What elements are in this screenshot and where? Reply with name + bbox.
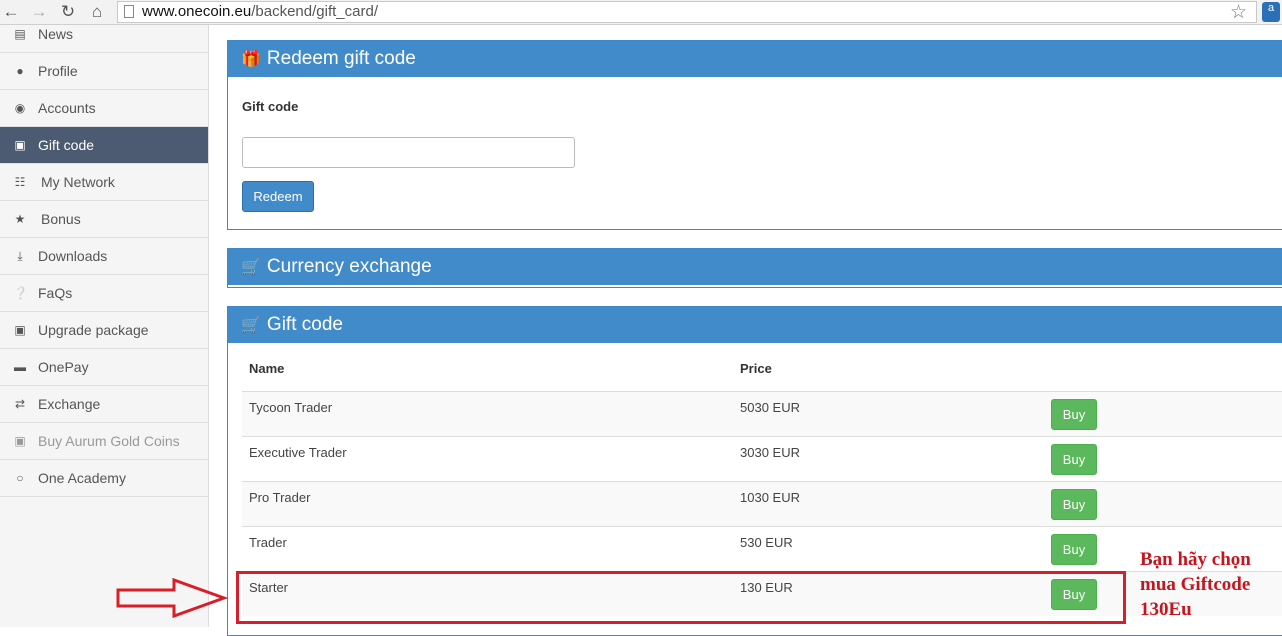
- cart-icon: 🛒: [241, 317, 261, 334]
- sidebar-item-one-academy[interactable]: ○ One Academy: [0, 460, 208, 497]
- row-name: Tycoon Trader: [249, 400, 333, 415]
- sidebar-item-upgrade-package[interactable]: ▣ Upgrade package: [0, 312, 208, 349]
- circle-icon: ○: [16, 471, 24, 485]
- sidebar-item-label: Profile: [38, 63, 78, 79]
- card-icon: ▬: [14, 360, 26, 374]
- sidebar-item-onepay[interactable]: ▬ OnePay: [0, 349, 208, 386]
- sidebar-item-label: One Academy: [38, 470, 126, 486]
- highlight-box: [236, 571, 1126, 624]
- sidebar-item-profile[interactable]: ● Profile: [0, 53, 208, 90]
- arrow-right-icon: [116, 578, 228, 618]
- newspaper-icon: ▤: [14, 27, 26, 41]
- bookmark-star-icon[interactable]: ☆: [1230, 1, 1247, 24]
- extension-icon[interactable]: a: [1262, 2, 1280, 22]
- network-icon: ☷: [14, 175, 26, 189]
- sidebar-item-label: News: [38, 26, 74, 42]
- sidebar-item-label: Buy Aurum Gold Coins: [38, 433, 180, 449]
- cart-icon: ▣: [14, 434, 26, 448]
- sidebar-item-news[interactable]: ▤ News: [0, 16, 208, 53]
- sidebar-item-label: Upgrade package: [38, 322, 149, 338]
- download-icon: ⤓: [17, 248, 23, 263]
- table-row: Pro Trader 1030 EUR Buy: [242, 481, 1282, 526]
- sidebar-item-exchange[interactable]: ⇄ Exchange: [0, 386, 208, 423]
- sidebar-item-label: Exchange: [38, 396, 101, 412]
- cart-icon: 🛒: [241, 259, 261, 276]
- buy-button[interactable]: Buy: [1051, 534, 1097, 565]
- annotation-line: Bạn hãy chọn: [1140, 549, 1251, 570]
- gift-code-input[interactable]: [242, 137, 575, 168]
- redeem-panel-header: 🎁 Redeem gift code: [228, 41, 1282, 77]
- sidebar-item-my-network[interactable]: ☷ My Network: [0, 164, 208, 201]
- buy-button[interactable]: Buy: [1051, 399, 1097, 430]
- table-row: Executive Trader 3030 EUR Buy: [242, 436, 1282, 481]
- url-path: /backend/gift_card/: [251, 3, 378, 20]
- cart-icon: ▣: [14, 323, 26, 337]
- address-bar[interactable]: www.onecoin.eu/backend/gift_card/: [117, 1, 1257, 23]
- annotation-line: 130Eu: [1140, 599, 1192, 620]
- redeem-panel: 🎁 Redeem gift code Gift code Redeem: [227, 40, 1282, 230]
- exchange-panel[interactable]: 🛒 Currency exchange: [227, 248, 1282, 288]
- exchange-panel-title: Currency exchange: [266, 256, 432, 277]
- star-icon: ★: [14, 212, 26, 226]
- redeem-panel-title: Redeem gift code: [266, 48, 416, 69]
- sidebar-item-faqs[interactable]: ❔ FaQs: [0, 275, 208, 312]
- column-header-name: Name: [249, 361, 285, 376]
- buy-button[interactable]: Buy: [1051, 489, 1097, 520]
- sidebar-item-label: Bonus: [41, 211, 81, 227]
- annotation-line: mua Giftcode: [1140, 574, 1251, 595]
- sidebar-item-downloads[interactable]: ⤓ Downloads: [0, 238, 208, 275]
- sidebar: ▤ News ● Profile ◉ Accounts ▣ Gift code …: [0, 25, 209, 627]
- dashboard-icon: ◉: [14, 101, 26, 115]
- sidebar-item-label: OnePay: [38, 359, 89, 375]
- sidebar-item-label: Gift code: [38, 137, 95, 153]
- row-price: 530 EUR: [740, 535, 793, 550]
- exchange-icon: ⇄: [14, 397, 26, 411]
- cart-icon: ▣: [14, 138, 26, 152]
- giftcode-panel-header: 🛒 Gift code: [228, 307, 1282, 343]
- gift-code-label: Gift code: [242, 99, 299, 114]
- sidebar-item-gift-code[interactable]: ▣ Gift code: [0, 127, 208, 164]
- table-row: Trader 530 EUR Buy: [242, 526, 1282, 571]
- row-name: Pro Trader: [249, 490, 311, 505]
- sidebar-item-label: Downloads: [38, 248, 108, 264]
- table-row: Tycoon Trader 5030 EUR Buy: [242, 391, 1282, 436]
- extension-label: a: [1267, 2, 1275, 14]
- row-name: Executive Trader: [249, 445, 347, 460]
- sidebar-item-bonus[interactable]: ★ Bonus: [0, 201, 208, 238]
- annotation-note: Bạn hãy chọn mua Giftcode 130Eu: [1140, 547, 1282, 622]
- sidebar-item-buy-aurum[interactable]: ▣ Buy Aurum Gold Coins: [0, 423, 208, 460]
- sidebar-item-label: My Network: [41, 174, 115, 190]
- column-header-price: Price: [740, 361, 772, 376]
- row-name: Trader: [249, 535, 287, 550]
- sidebar-item-accounts[interactable]: ◉ Accounts: [0, 90, 208, 127]
- row-price: 5030 EUR: [740, 400, 800, 415]
- user-icon: ●: [16, 64, 24, 78]
- redeem-button[interactable]: Redeem: [242, 181, 314, 212]
- gift-icon: 🎁: [241, 51, 261, 68]
- sidebar-item-label: FaQs: [38, 285, 73, 301]
- buy-button[interactable]: Buy: [1051, 444, 1097, 475]
- row-price: 3030 EUR: [740, 445, 800, 460]
- sidebar-item-label: Accounts: [38, 100, 96, 116]
- giftcode-panel-title: Gift code: [266, 314, 343, 335]
- question-icon: ❔: [13, 286, 28, 300]
- exchange-panel-header[interactable]: 🛒 Currency exchange: [228, 249, 1282, 285]
- row-price: 1030 EUR: [740, 490, 800, 505]
